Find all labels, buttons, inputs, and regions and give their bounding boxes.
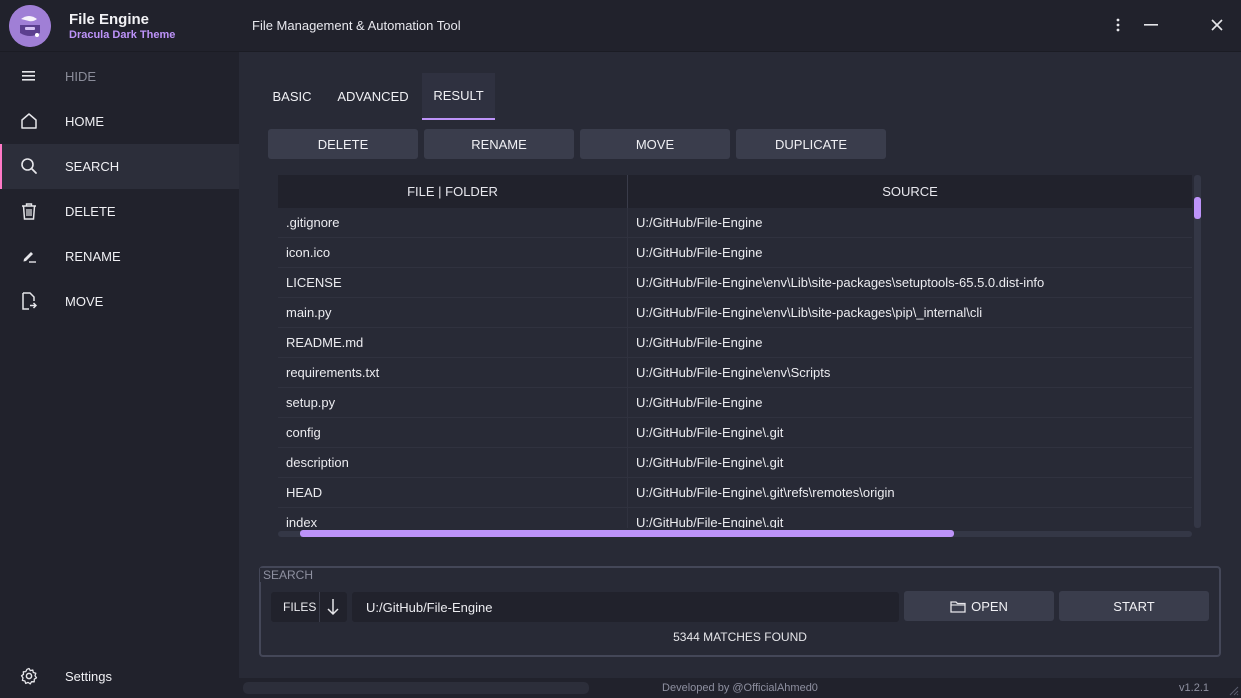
table-row[interactable]: .gitignore U:/GitHub/File-Engine xyxy=(278,208,1192,238)
source-cell: U:/GitHub/File-Engine\env\Scripts xyxy=(636,365,831,380)
source-cell: U:/GitHub/File-Engine\env\Lib\site-packa… xyxy=(636,305,983,320)
source-cell: U:/GitHub/File-Engine\.git\refs\remotes\… xyxy=(636,485,895,500)
sidebar-item-label: DELETE xyxy=(65,204,116,219)
more-icon xyxy=(1116,18,1120,32)
version-label: v1.2.1 xyxy=(1179,682,1209,694)
arrow-down-icon[interactable] xyxy=(325,598,341,616)
rename-icon xyxy=(19,246,39,266)
delete-button[interactable]: DELETE xyxy=(268,129,418,159)
more-options-button[interactable] xyxy=(1103,10,1133,40)
tab-basic[interactable]: BASIC xyxy=(261,73,323,120)
close-button[interactable] xyxy=(1202,10,1232,40)
sidebar-item-label: MOVE xyxy=(65,294,104,309)
tab-advanced[interactable]: ADVANCED xyxy=(331,73,415,120)
home-icon xyxy=(19,111,39,131)
file-cell: README.md xyxy=(278,328,628,358)
search-mode-selector[interactable]: FILES xyxy=(271,592,347,622)
sidebar-item-label: Settings xyxy=(65,669,112,684)
status-bar: Developed by @OfficialAhmed0 v1.2.1 xyxy=(239,678,1241,698)
open-folder-button[interactable]: OPEN xyxy=(904,591,1054,621)
file-cell: index xyxy=(278,508,628,528)
rename-button[interactable]: RENAME xyxy=(424,129,574,159)
vertical-scroll-thumb[interactable] xyxy=(1194,197,1201,219)
source-cell: U:/GitHub/File-Engine\env\Lib\site-packa… xyxy=(636,275,1045,290)
file-cell: LICENSE xyxy=(278,268,628,298)
table-row[interactable]: HEAD U:/GitHub/File-Engine\.git\refs\rem… xyxy=(278,478,1192,508)
file-cell: icon.ico xyxy=(278,238,628,268)
source-cell: U:/GitHub/File-Engine\.git xyxy=(636,455,784,470)
app-logo xyxy=(9,5,51,47)
file-cell: HEAD xyxy=(278,478,628,508)
table-row[interactable]: README.md U:/GitHub/File-Engine xyxy=(278,328,1192,358)
menu-icon xyxy=(19,66,39,86)
tab-result[interactable]: RESULT xyxy=(422,73,495,120)
sidebar-item-delete[interactable]: DELETE xyxy=(0,189,239,234)
separator xyxy=(319,592,320,622)
sidebar-item-home[interactable]: HOME xyxy=(0,99,239,144)
column-header-file[interactable]: FILE | FOLDER xyxy=(278,175,628,208)
table-row[interactable]: LICENSE U:/GitHub/File-Engine\env\Lib\si… xyxy=(278,268,1192,298)
table-row[interactable]: main.py U:/GitHub/File-Engine\env\Lib\si… xyxy=(278,298,1192,328)
close-icon xyxy=(1211,19,1223,31)
minimize-icon xyxy=(1144,24,1158,26)
folder-icon xyxy=(950,600,966,613)
matches-count: 5344 MATCHES FOUND xyxy=(673,630,807,644)
main-panel: BASIC ADVANCED RESULT DELETE RENAME MOVE… xyxy=(239,52,1241,698)
search-icon xyxy=(19,156,39,176)
file-cell: config xyxy=(278,418,628,448)
minimize-button[interactable] xyxy=(1136,10,1166,40)
start-button[interactable]: START xyxy=(1059,591,1209,621)
file-cell: main.py xyxy=(278,298,628,328)
app-title: File Engine xyxy=(69,11,150,28)
source-cell: U:/GitHub/File-Engine xyxy=(636,215,763,230)
move-button[interactable]: MOVE xyxy=(580,129,730,159)
trash-icon xyxy=(19,201,39,221)
duplicate-button[interactable]: DUPLICATE xyxy=(736,129,886,159)
gear-icon xyxy=(19,666,39,686)
search-group-label: SEARCH xyxy=(260,568,317,582)
sidebar-toggle-label: HIDE xyxy=(65,69,97,84)
sidebar: HIDE HOME SEARCH DELETE RENAME MOVE Sett… xyxy=(0,52,239,698)
source-cell: U:/GitHub/File-Engine\.git xyxy=(636,515,784,528)
resize-grip-icon[interactable] xyxy=(1227,684,1239,696)
sidebar-item-label: RENAME xyxy=(65,249,121,264)
table-row[interactable]: requirements.txt U:/GitHub/File-Engine\e… xyxy=(278,358,1192,388)
table-row[interactable]: index U:/GitHub/File-Engine\.git xyxy=(278,508,1192,528)
table-row[interactable]: config U:/GitHub/File-Engine\.git xyxy=(278,418,1192,448)
sidebar-item-label: HOME xyxy=(65,114,104,129)
developer-credit: Developed by @OfficialAhmed0 xyxy=(662,682,818,694)
source-cell: U:/GitHub/File-Engine\.git xyxy=(636,425,784,440)
app-subtitle: Dracula Dark Theme xyxy=(69,29,176,41)
sidebar-item-settings[interactable]: Settings xyxy=(0,654,239,698)
file-cell: description xyxy=(278,448,628,478)
file-cell: setup.py xyxy=(278,388,628,418)
column-header-source[interactable]: SOURCE xyxy=(628,175,1192,208)
source-cell: U:/GitHub/File-Engine xyxy=(636,395,763,410)
sidebar-item-search[interactable]: SEARCH xyxy=(0,144,239,189)
results-table: FILE | FOLDER SOURCE .gitignore U:/GitHu… xyxy=(278,175,1203,547)
window-description: File Management & Automation Tool xyxy=(252,18,461,33)
file-cell: requirements.txt xyxy=(278,358,628,388)
table-header: FILE | FOLDER SOURCE xyxy=(278,175,1192,208)
sidebar-item-label: SEARCH xyxy=(65,159,120,174)
table-row[interactable]: icon.ico U:/GitHub/File-Engine xyxy=(278,238,1192,268)
table-row[interactable]: description U:/GitHub/File-Engine\.git xyxy=(278,448,1192,478)
path-input[interactable] xyxy=(352,592,899,622)
search-mode-label: FILES xyxy=(283,600,317,614)
horizontal-scroll-thumb[interactable] xyxy=(300,530,954,537)
sidebar-item-move[interactable]: MOVE xyxy=(0,279,239,324)
source-cell: U:/GitHub/File-Engine xyxy=(636,335,763,350)
table-body: .gitignore U:/GitHub/File-Engine icon.ic… xyxy=(278,208,1192,528)
file-cell: .gitignore xyxy=(278,208,628,238)
source-cell: U:/GitHub/File-Engine xyxy=(636,245,763,260)
title-bar: File Engine Dracula Dark Theme File Mana… xyxy=(0,0,1241,52)
table-row[interactable]: setup.py U:/GitHub/File-Engine xyxy=(278,388,1192,418)
open-button-label: OPEN xyxy=(971,598,1008,614)
sidebar-item-rename[interactable]: RENAME xyxy=(0,234,239,279)
vertical-scrollbar[interactable] xyxy=(1194,175,1201,528)
sidebar-toggle[interactable]: HIDE xyxy=(0,54,239,99)
move-file-icon xyxy=(19,291,39,311)
